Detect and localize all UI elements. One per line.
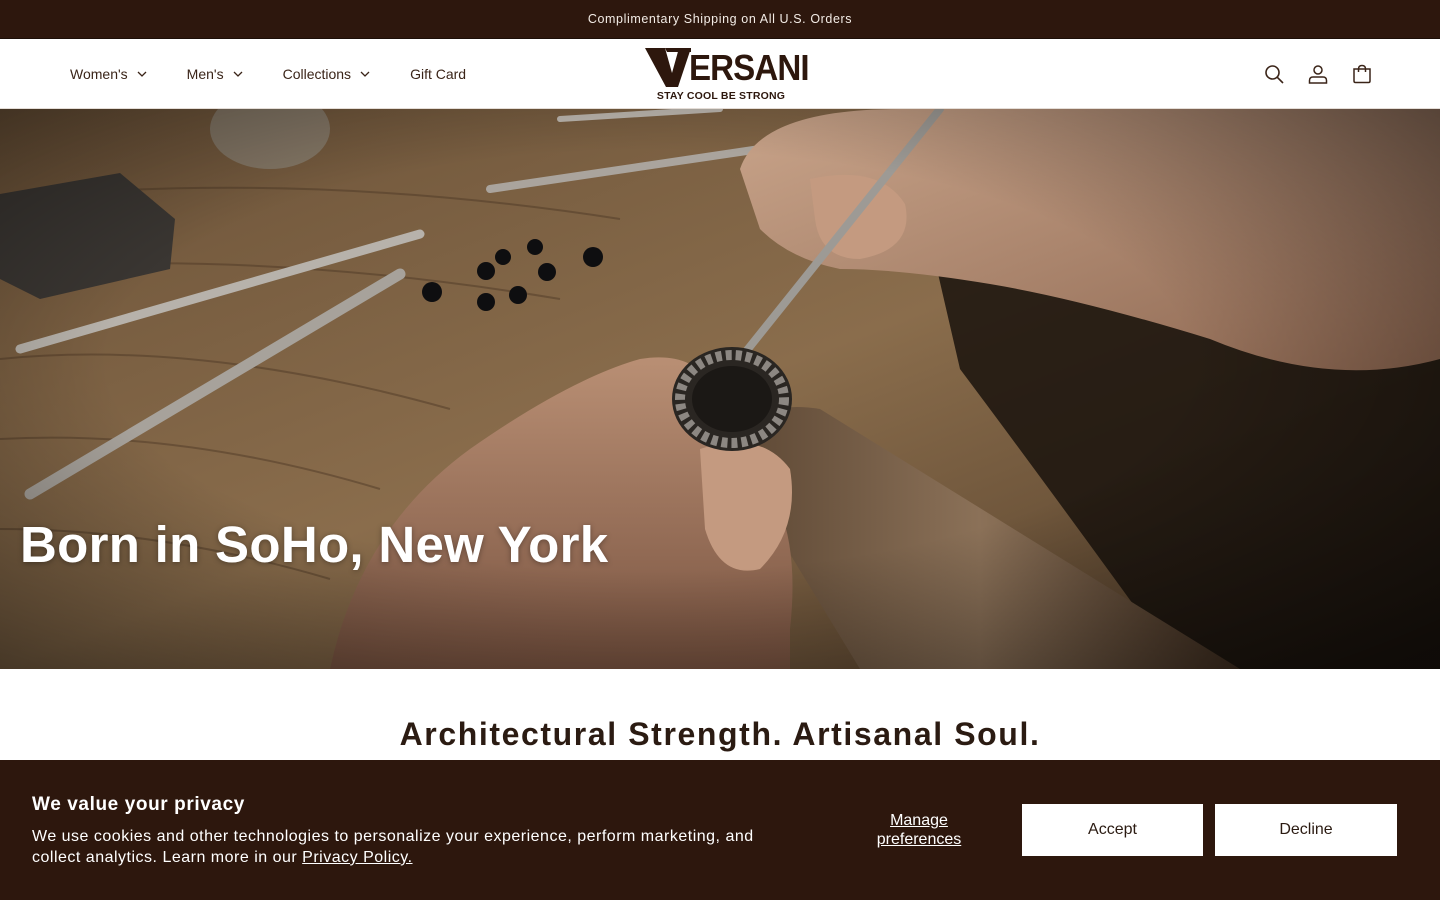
manage-preferences-link[interactable]: Manage preferences: [859, 811, 979, 849]
manage-line-2: preferences: [876, 831, 962, 848]
jeweler-hands-image: [0, 109, 1440, 669]
nav-item-label: Women's: [70, 66, 128, 82]
cart-icon: [1353, 64, 1371, 84]
nav-item-mens[interactable]: Men's: [187, 66, 243, 82]
cookie-body: We use cookies and other technologies to…: [32, 826, 762, 868]
logo-tagline: STAY COOL BE STRONG: [656, 90, 786, 102]
section-tagline: Architectural Strength. Artisanal Soul.: [399, 716, 1041, 752]
hero-title: Born in SoHo, New York: [20, 516, 609, 573]
nav-item-gift-card[interactable]: Gift Card: [410, 66, 466, 82]
cart-button[interactable]: [1340, 52, 1384, 96]
nav-item-label: Men's: [186, 66, 224, 82]
chevron-down-icon: [360, 69, 370, 79]
site-header: Women's Men's Collections Gift Card ERSA…: [0, 39, 1440, 109]
logo-wordmark: ERSANI: [689, 47, 810, 88]
chevron-down-icon: [233, 69, 243, 79]
main-nav: Women's Men's Collections Gift Card: [70, 39, 466, 109]
header-actions: [1252, 39, 1384, 109]
accept-button[interactable]: Accept: [1022, 804, 1203, 856]
account-button[interactable]: [1296, 52, 1340, 96]
decline-button[interactable]: Decline: [1215, 804, 1397, 856]
chevron-down-icon: [137, 69, 147, 79]
nav-item-womens[interactable]: Women's: [70, 66, 147, 82]
nav-item-label: Gift Card: [410, 66, 467, 82]
site-logo[interactable]: ERSANI STAY COOL BE STRONG: [645, 46, 810, 104]
hero-banner[interactable]: Born in SoHo, New York: [0, 109, 1440, 669]
cookie-banner: We value your privacy We use cookies and…: [0, 760, 1440, 900]
search-icon: [1265, 65, 1284, 84]
privacy-policy-link[interactable]: Privacy Policy.: [302, 849, 412, 866]
search-button[interactable]: [1252, 52, 1296, 96]
nav-item-label: Collections: [282, 66, 352, 82]
announcement-text: Complimentary Shipping on All U.S. Order…: [587, 12, 853, 26]
manage-line-1: Manage: [890, 812, 948, 829]
cookie-title: We value your privacy: [32, 794, 245, 815]
announcement-bar: Complimentary Shipping on All U.S. Order…: [0, 0, 1440, 39]
nav-item-collections[interactable]: Collections: [283, 66, 370, 82]
account-icon: [1308, 65, 1328, 84]
